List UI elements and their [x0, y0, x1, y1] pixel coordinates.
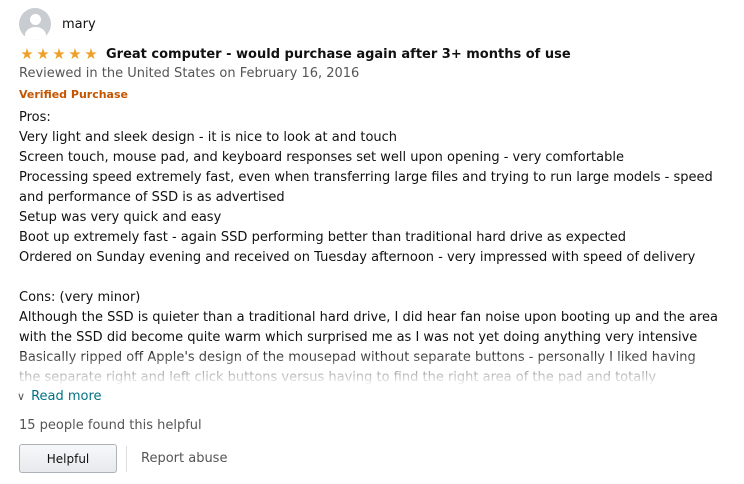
review-body-line: with the SSD did become quite warm which… [19, 330, 698, 345]
star-icon: ★ [52, 44, 66, 63]
review-body-line: and performance of SSD is as advertised [19, 190, 285, 205]
review-body-line: Screen touch, mouse pad, and keyboard re… [19, 150, 624, 165]
reviewer-name: mary [62, 16, 96, 32]
review-body-line: Very light and sleek design - it is nice… [19, 130, 398, 145]
helpful-count: 15 people found this helpful [19, 418, 202, 433]
star-icon: ★ [36, 44, 50, 63]
review-actions: Helpful Report abuse [19, 444, 227, 473]
avatar-head-shape [30, 14, 41, 25]
review-body-line: Boot up extremely fast - again SSD perfo… [19, 230, 627, 245]
verified-purchase-badge: Verified Purchase [19, 88, 128, 101]
review-body-line: Ordered on Sunday evening and received o… [19, 250, 696, 265]
action-divider [126, 445, 127, 472]
star-icon: ★ [20, 44, 34, 63]
review-body-line [19, 268, 719, 288]
chevron-down-icon: ∨ [17, 390, 26, 403]
star-icon: ★ [68, 44, 82, 63]
review-title[interactable]: Great computer - would purchase again af… [106, 47, 571, 62]
review-header: ★ ★ ★ ★ ★ Great computer - would purchase ag… [19, 44, 571, 63]
review-card: mary ★ ★ ★ ★ ★ Great computer - would purcha… [0, 0, 744, 484]
read-more-label: Read more [31, 389, 102, 404]
review-body-line: Setup was very quick and easy [19, 210, 222, 225]
report-abuse-link[interactable]: Report abuse [141, 451, 227, 466]
review-body: Pros: Very light and sleek design - it is… [19, 108, 719, 384]
review-body-line: Although the SSD is quieter than a tradi… [19, 310, 718, 325]
star-icon: ★ [84, 44, 98, 63]
avatar-body-shape [25, 27, 46, 40]
avatar [19, 8, 51, 40]
text-fade-overlay [19, 348, 719, 384]
review-body-line: Cons: (very minor) [19, 290, 141, 305]
review-body-line: Processing speed extremely fast, even wh… [19, 170, 713, 185]
review-body-line: Pros: [19, 110, 51, 125]
star-rating[interactable]: ★ ★ ★ ★ ★ [19, 44, 99, 63]
review-date: Reviewed in the United States on Februar… [19, 66, 360, 81]
reviewer-profile[interactable]: mary [19, 7, 96, 41]
helpful-button[interactable]: Helpful [19, 444, 117, 473]
read-more-link[interactable]: ∨ Read more [17, 389, 102, 404]
